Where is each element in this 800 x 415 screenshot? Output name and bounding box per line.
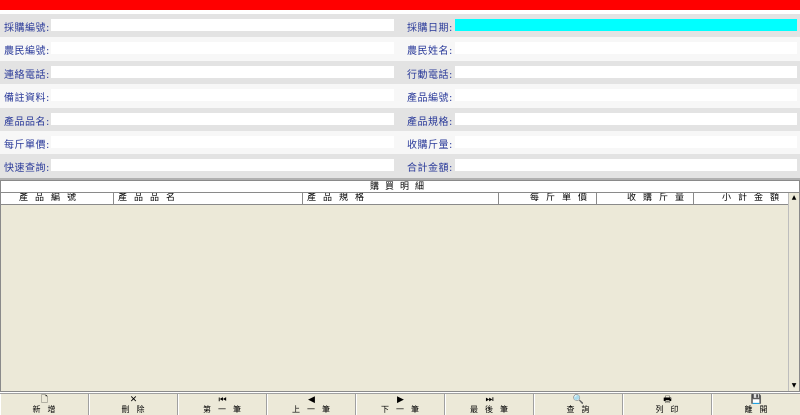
save-disk-icon: 💾: [750, 395, 763, 405]
grid-title: 購買明細: [1, 181, 799, 193]
purchase-form: 採購編號: 採購日期: 農民編號: 農民姓名: 連絡電話: 行動電話: 備註資料…: [0, 14, 800, 178]
scroll-down-icon[interactable]: ▼: [789, 381, 799, 391]
prev-record-button[interactable]: ◀ 上一筆: [267, 394, 356, 415]
new-file-icon: 🗋: [40, 395, 49, 405]
form-row: 快速查詢: 合計金額:: [0, 154, 800, 178]
col-subtotal[interactable]: 小計金額: [694, 193, 789, 205]
print-button-label: 列印: [655, 405, 686, 414]
col-unit-price[interactable]: 每斤單價: [499, 193, 597, 205]
detail-grid[interactable]: 購買明細 產品編號 產品品名 產品規格 每斤單價 收購斤量 小計金額 ▲ ▼: [0, 180, 800, 392]
product-spec-input[interactable]: [455, 112, 797, 125]
qty-input[interactable]: [455, 136, 797, 148]
next-record-label: 下一筆: [381, 405, 426, 414]
farmer-no-input[interactable]: [51, 42, 394, 55]
delete-button-label: 刪除: [121, 405, 152, 414]
form-row: 採購編號: 採購日期:: [0, 14, 800, 38]
prev-record-icon: ◀: [308, 395, 315, 405]
scroll-up-icon[interactable]: ▲: [789, 193, 799, 203]
col-product-no[interactable]: 產品編號: [15, 193, 114, 205]
farmer-no-label: 農民編號:: [4, 46, 50, 58]
purchase-no-label: 採購編號:: [4, 23, 50, 34]
farmer-name-input[interactable]: [455, 42, 797, 55]
next-record-button[interactable]: ▶ 下一筆: [356, 394, 445, 415]
form-row: 產品品名: 產品規格:: [0, 107, 800, 131]
next-record-icon: ▶: [397, 395, 404, 405]
form-row: 農民編號: 農民姓名:: [0, 37, 800, 61]
exit-button-label: 離開: [744, 405, 775, 414]
grid-vertical-scrollbar[interactable]: ▲ ▼: [788, 193, 799, 391]
last-record-label: 最後筆: [470, 405, 515, 414]
form-row: 連絡電話: 行動電話:: [0, 60, 800, 85]
farmer-name-label: 農民姓名:: [407, 46, 453, 58]
first-record-button[interactable]: ⏮ 第一筆: [178, 394, 267, 415]
prev-record-label: 上一筆: [292, 405, 337, 414]
col-product-spec[interactable]: 產品規格: [303, 193, 499, 205]
new-button-label: 新增: [32, 405, 63, 414]
search-doc-icon: 🔍: [572, 395, 585, 405]
last-record-button[interactable]: ⏭ 最後筆: [445, 394, 534, 415]
first-record-label: 第一筆: [203, 405, 248, 414]
unit-price-input[interactable]: [51, 136, 394, 148]
product-no-label: 產品編號:: [407, 93, 453, 105]
printer-icon: 🖶: [663, 395, 672, 405]
delete-x-icon: ✕: [129, 395, 138, 405]
product-spec-label: 產品規格:: [407, 116, 453, 128]
mobile-label: 行動電話:: [407, 69, 453, 81]
qty-label: 收購斤量:: [407, 140, 453, 151]
search-button-label: 查詢: [566, 405, 597, 414]
total-input[interactable]: [455, 159, 797, 172]
last-record-icon: ⏭: [485, 395, 494, 405]
phone-label: 連絡電話:: [4, 69, 50, 81]
remark-input[interactable]: [51, 89, 394, 102]
col-product-name[interactable]: 產品品名: [114, 193, 303, 205]
form-row: 備註資料: 產品編號:: [0, 84, 800, 108]
delete-button[interactable]: ✕ 刪除: [89, 394, 178, 415]
top-red-bar: [0, 0, 800, 10]
col-qty[interactable]: 收購斤量: [597, 193, 694, 205]
purchase-date-input[interactable]: [455, 19, 797, 31]
exit-button[interactable]: 💾 離開: [712, 394, 800, 415]
grid-header: 產品編號 產品品名 產品規格 每斤單價 收購斤量 小計金額: [1, 193, 789, 205]
mobile-input[interactable]: [455, 65, 797, 78]
quick-search-label: 快速查詢:: [4, 163, 50, 175]
new-button[interactable]: 🗋 新增: [0, 394, 89, 415]
product-name-label: 產品品名:: [4, 116, 50, 128]
product-name-input[interactable]: [51, 112, 394, 125]
purchase-no-input[interactable]: [51, 19, 394, 31]
purchase-date-label: 採購日期:: [407, 23, 453, 34]
unit-price-label: 每斤單價:: [4, 140, 50, 151]
print-button[interactable]: 🖶 列印: [623, 394, 712, 415]
remark-label: 備註資料:: [4, 93, 50, 105]
bottom-toolbar: 🗋 新增 ✕ 刪除 ⏮ 第一筆 ◀ 上一筆 ▶ 下一筆 ⏭ 最後筆 🔍 查詢 🖶…: [0, 393, 800, 415]
quick-search-input[interactable]: [51, 159, 394, 172]
first-record-icon: ⏮: [218, 395, 227, 405]
form-row: 每斤單價: 收購斤量:: [0, 131, 800, 155]
product-no-input[interactable]: [455, 89, 797, 102]
search-button[interactable]: 🔍 查詢: [534, 394, 623, 415]
phone-input[interactable]: [51, 65, 394, 78]
total-label: 合計金額:: [407, 163, 453, 175]
